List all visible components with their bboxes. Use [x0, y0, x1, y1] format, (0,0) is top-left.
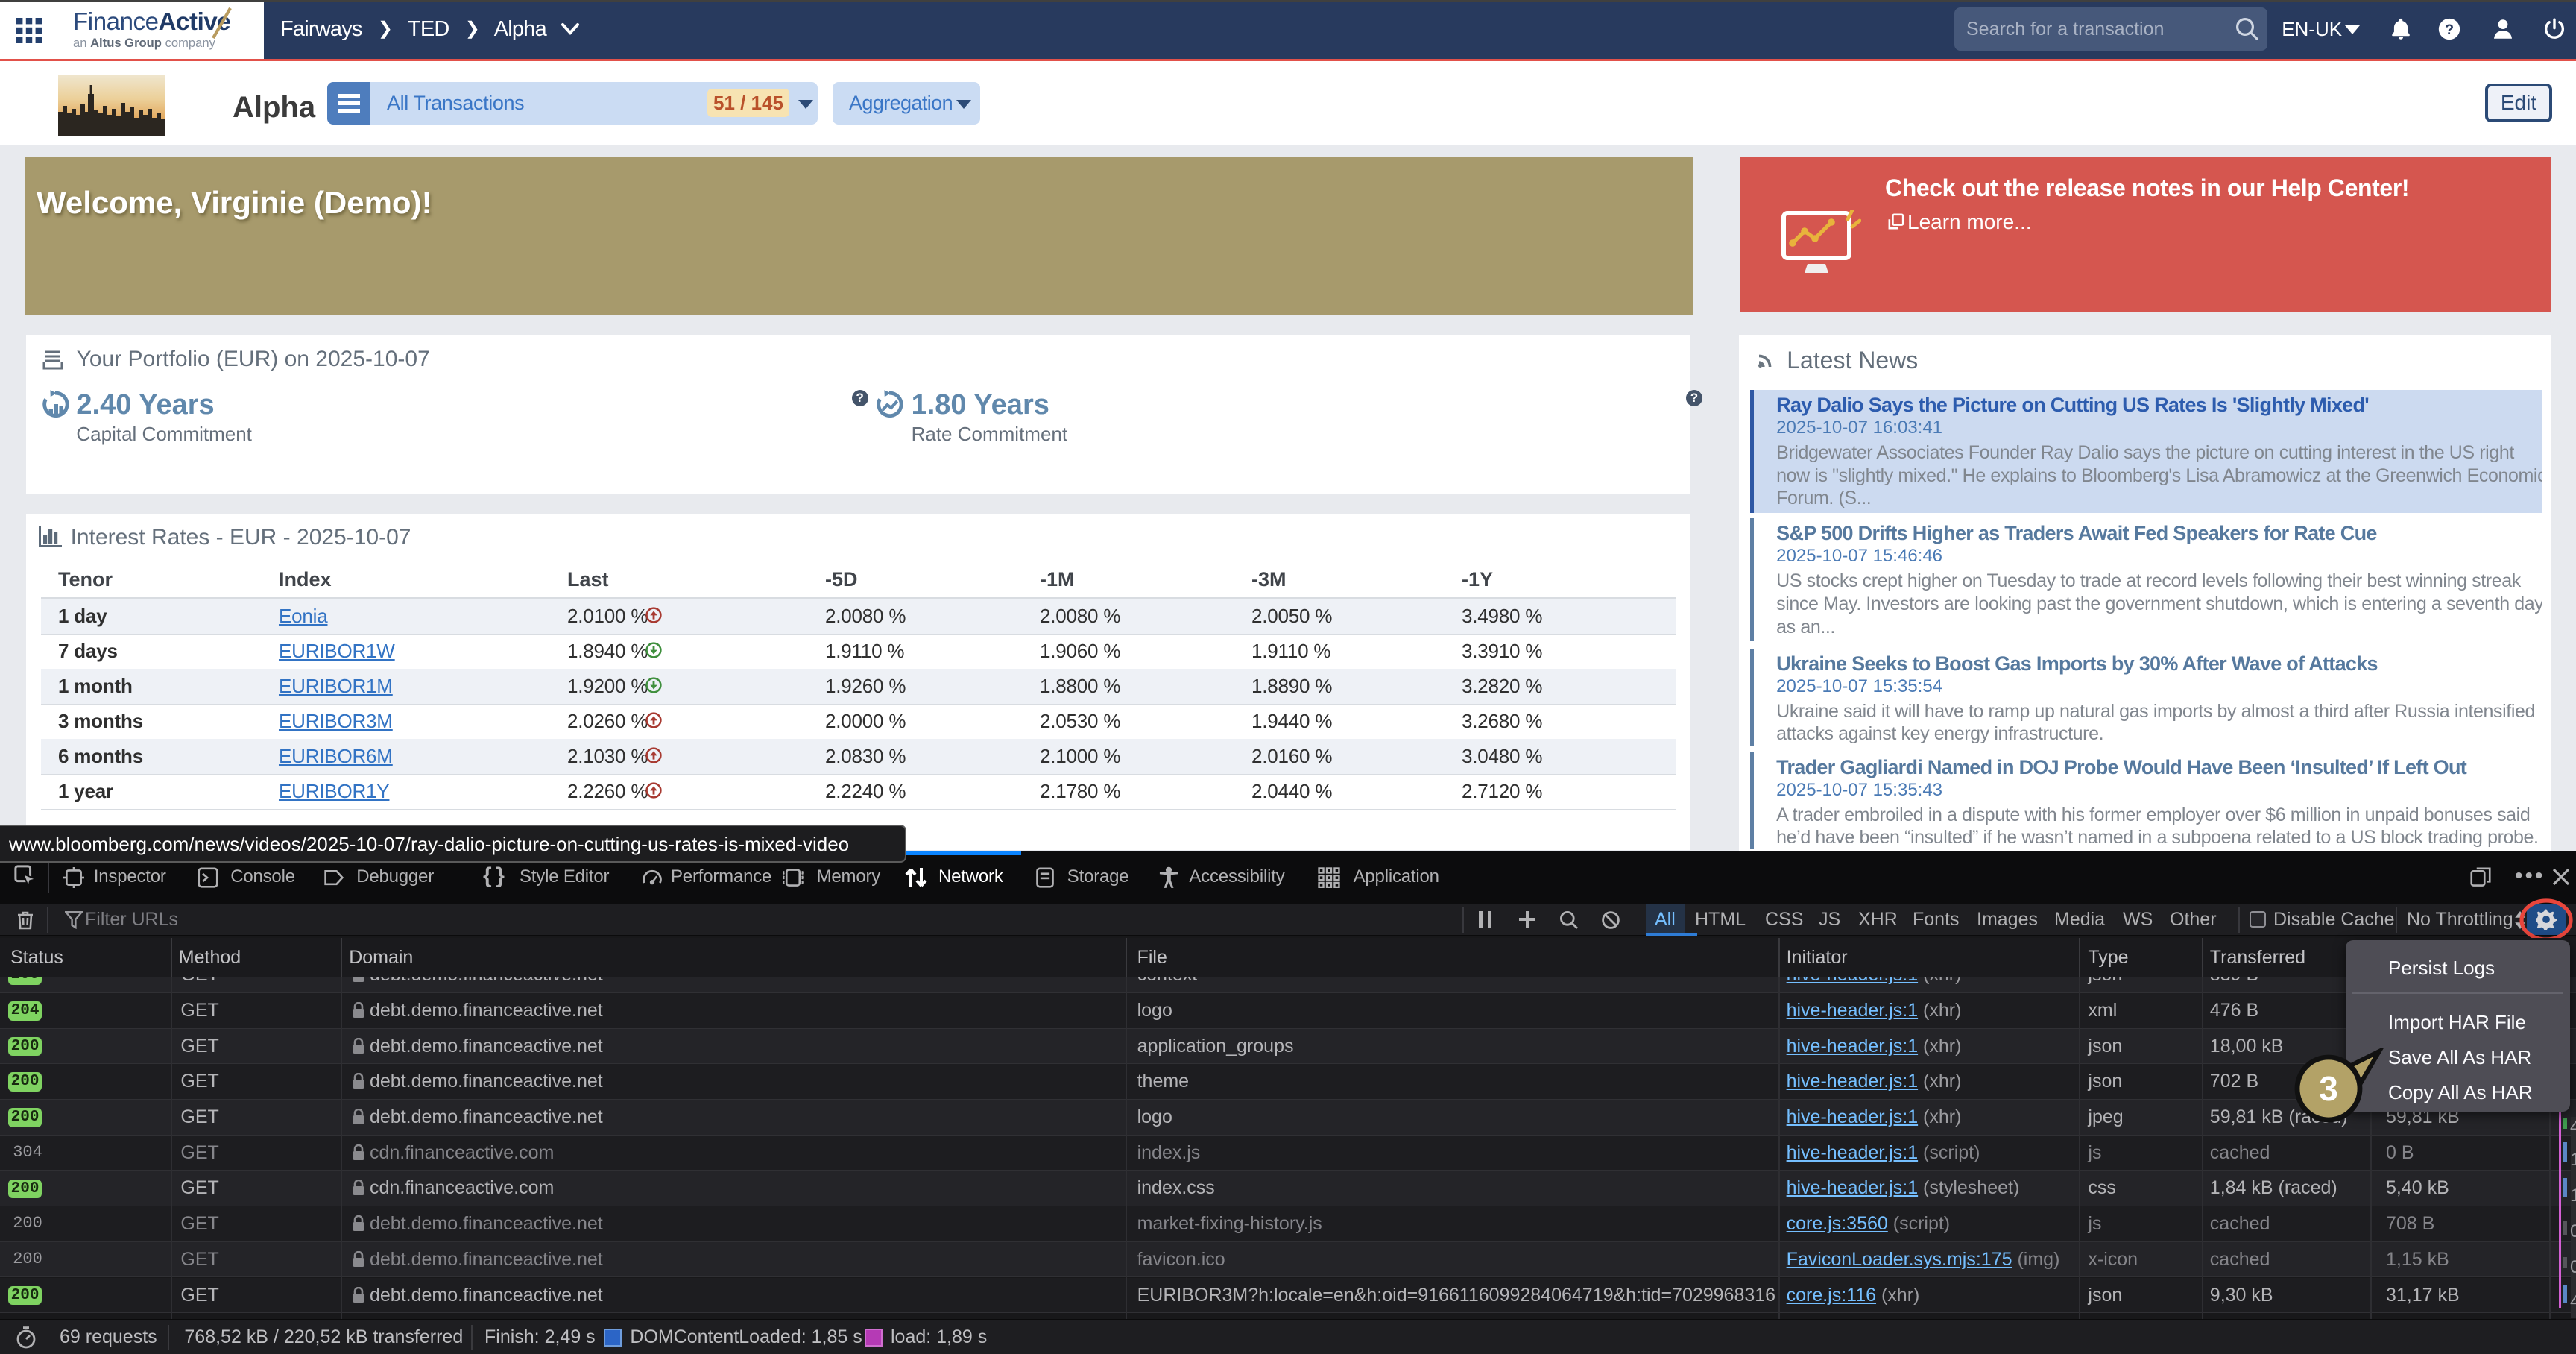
svg-text:3: 3 [2319, 1069, 2338, 1108]
svg-text:?: ? [2445, 22, 2454, 38]
